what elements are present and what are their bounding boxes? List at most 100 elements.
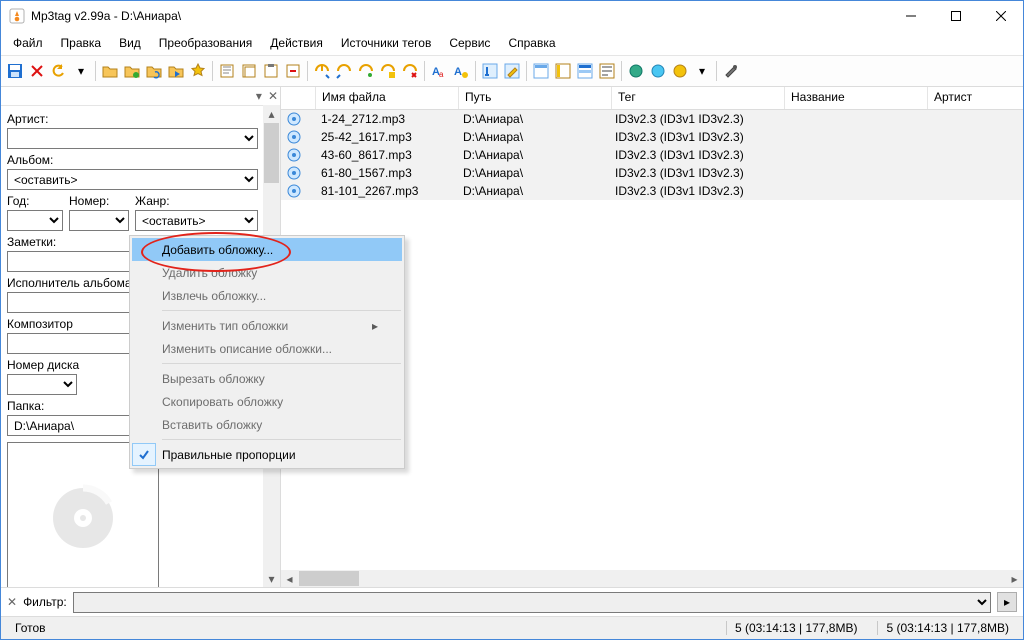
folder-add-icon[interactable] bbox=[122, 61, 142, 81]
status-selection: 5 (03:14:13 | 177,8MB) bbox=[726, 621, 866, 635]
cell-tag: ID3v2.3 (ID3v1 ID3v2.3) bbox=[609, 183, 781, 199]
hscroll-thumb[interactable] bbox=[299, 571, 359, 586]
albumartist-field[interactable] bbox=[7, 292, 147, 313]
menu-actions[interactable]: Действия bbox=[262, 34, 331, 52]
cut-icon[interactable] bbox=[217, 61, 237, 81]
ctx-add-cover[interactable]: Добавить обложку... bbox=[132, 238, 402, 261]
cell-path: D:\Аниара\ bbox=[457, 147, 609, 163]
menu-view[interactable]: Вид bbox=[111, 34, 149, 52]
menu-convert[interactable]: Преобразования bbox=[151, 34, 261, 52]
ctx-change-desc[interactable]: Изменить описание обложки... bbox=[132, 337, 402, 360]
close-button[interactable] bbox=[978, 1, 1023, 31]
statusbar: Готов 5 (03:14:13 | 177,8MB) 5 (03:14:13… bbox=[1, 616, 1023, 639]
view2-icon[interactable] bbox=[553, 61, 573, 81]
genre-field[interactable]: <оставить> bbox=[135, 210, 258, 231]
scroll-up-icon[interactable]: ▴ bbox=[263, 105, 280, 122]
remove-tag-icon[interactable] bbox=[283, 61, 303, 81]
check-icon bbox=[132, 443, 156, 466]
autonumber-icon[interactable] bbox=[480, 61, 500, 81]
save-icon[interactable] bbox=[5, 61, 25, 81]
year-field[interactable] bbox=[7, 210, 63, 231]
scroll-thumb[interactable] bbox=[264, 123, 279, 183]
cell-title bbox=[781, 118, 923, 120]
ctx-paste-cover[interactable]: Вставить обложку bbox=[132, 413, 402, 436]
comment-field[interactable] bbox=[7, 251, 147, 272]
filename-to-filename-icon[interactable] bbox=[356, 61, 376, 81]
actions-quick-icon[interactable]: A bbox=[451, 61, 471, 81]
tag-to-tag-icon[interactable] bbox=[400, 61, 420, 81]
col-path[interactable]: Путь bbox=[459, 87, 612, 109]
panel-close-icon[interactable]: ✕ bbox=[268, 89, 278, 103]
ctx-aspect-ratio[interactable]: Правильные пропорции bbox=[132, 443, 402, 466]
menu-tagsrc[interactable]: Источники тегов bbox=[333, 34, 439, 52]
col-tag[interactable]: Тег bbox=[612, 87, 785, 109]
filename-to-tag-icon[interactable] bbox=[334, 61, 354, 81]
col-title[interactable]: Название bbox=[785, 87, 928, 109]
cell-artist bbox=[923, 190, 1023, 192]
cell-filename: 1-24_2712.mp3 bbox=[315, 111, 457, 127]
favorite-icon[interactable] bbox=[188, 61, 208, 81]
ctx-copy-cover[interactable]: Скопировать обложку bbox=[132, 390, 402, 413]
menu-tools[interactable]: Сервис bbox=[441, 34, 498, 52]
folder-refresh-icon[interactable] bbox=[144, 61, 164, 81]
menu-file[interactable]: Файл bbox=[5, 34, 51, 52]
copy-icon[interactable] bbox=[239, 61, 259, 81]
web2-icon[interactable] bbox=[648, 61, 668, 81]
folder-open-icon[interactable] bbox=[100, 61, 120, 81]
ctx-extract-cover[interactable]: Извлечь обложку... bbox=[132, 284, 402, 307]
hscroll-left-icon[interactable]: ◂ bbox=[281, 570, 298, 587]
text-to-tag-icon[interactable] bbox=[378, 61, 398, 81]
panel-pin-icon[interactable]: ▾ bbox=[256, 89, 262, 103]
view1-icon[interactable] bbox=[531, 61, 551, 81]
filter-label: Фильтр: bbox=[23, 595, 67, 609]
col-artist[interactable]: Артист bbox=[928, 87, 1024, 109]
edit-icon[interactable] bbox=[502, 61, 522, 81]
cell-filename: 25-42_1617.mp3 bbox=[315, 129, 457, 145]
cell-artist bbox=[923, 118, 1023, 120]
web1-icon[interactable] bbox=[626, 61, 646, 81]
filter-bar: ✕ Фильтр: ▸ bbox=[1, 587, 1023, 616]
track-label: Номер: bbox=[69, 194, 129, 208]
app-icon bbox=[9, 8, 25, 24]
undo-dropdown-icon[interactable]: ▾ bbox=[71, 61, 91, 81]
maximize-button[interactable] bbox=[933, 1, 978, 31]
ctx-remove-cover[interactable]: Удалить обложку bbox=[132, 261, 402, 284]
hscroll-right-icon[interactable]: ▸ bbox=[1006, 570, 1023, 587]
grid-header: Имя файла Путь Тег Название Артист И bbox=[281, 87, 1023, 110]
col-filename[interactable]: Имя файла bbox=[316, 87, 459, 109]
delete-icon[interactable] bbox=[27, 61, 47, 81]
table-row[interactable]: 81-101_2267.mp3D:\Аниара\ID3v2.3 (ID3v1 … bbox=[281, 182, 1023, 200]
filter-input[interactable] bbox=[73, 592, 991, 613]
playlist-icon[interactable] bbox=[166, 61, 186, 81]
scroll-down-icon[interactable]: ▾ bbox=[263, 570, 280, 587]
discno-field[interactable] bbox=[7, 374, 77, 395]
web3-icon[interactable] bbox=[670, 61, 690, 81]
ctx-cut-cover[interactable]: Вырезать обложку bbox=[132, 367, 402, 390]
table-row[interactable]: 1-24_2712.mp3D:\Аниара\ID3v2.3 (ID3v1 ID… bbox=[281, 110, 1023, 128]
album-field[interactable]: <оставить> bbox=[7, 169, 258, 190]
ctx-change-type[interactable]: Изменить тип обложки▸ bbox=[132, 314, 402, 337]
actions-icon[interactable]: Aa bbox=[429, 61, 449, 81]
web-dropdown-icon[interactable]: ▾ bbox=[692, 61, 712, 81]
composer-field[interactable] bbox=[7, 333, 147, 354]
filter-go-button[interactable]: ▸ bbox=[997, 592, 1017, 612]
table-row[interactable]: 25-42_1617.mp3D:\Аниара\ID3v2.3 (ID3v1 I… bbox=[281, 128, 1023, 146]
minimize-button[interactable] bbox=[888, 1, 933, 31]
menu-help[interactable]: Справка bbox=[500, 34, 563, 52]
view4-icon[interactable] bbox=[597, 61, 617, 81]
tag-to-filename-icon[interactable] bbox=[312, 61, 332, 81]
col-icon[interactable] bbox=[281, 87, 316, 109]
view3-icon[interactable] bbox=[575, 61, 595, 81]
table-row[interactable]: 61-80_1567.mp3D:\Аниара\ID3v2.3 (ID3v1 I… bbox=[281, 164, 1023, 182]
table-row[interactable]: 43-60_8617.mp3D:\Аниара\ID3v2.3 (ID3v1 I… bbox=[281, 146, 1023, 164]
settings-icon[interactable] bbox=[721, 61, 741, 81]
track-field[interactable] bbox=[69, 210, 129, 231]
artist-field[interactable] bbox=[7, 128, 258, 149]
grid-hscrollbar[interactable]: ◂ ▸ bbox=[281, 570, 1023, 587]
cell-title bbox=[781, 154, 923, 156]
filter-close-icon[interactable]: ✕ bbox=[7, 595, 17, 609]
paste-icon[interactable] bbox=[261, 61, 281, 81]
cell-tag: ID3v2.3 (ID3v1 ID3v2.3) bbox=[609, 111, 781, 127]
menu-edit[interactable]: Правка bbox=[53, 34, 110, 52]
undo-icon[interactable] bbox=[49, 61, 69, 81]
